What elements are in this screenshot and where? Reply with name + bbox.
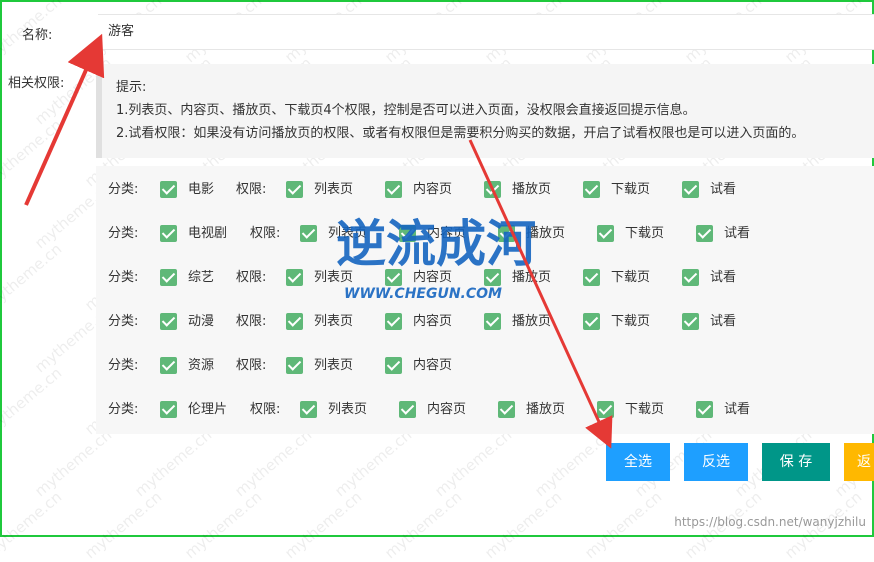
credit-text: https://blog.csdn.net/wanyjzhilu — [674, 515, 866, 529]
arrow-to-select-all — [468, 139, 613, 449]
arrow-to-name-input — [24, 33, 105, 206]
annotation-arrows — [24, 33, 613, 449]
